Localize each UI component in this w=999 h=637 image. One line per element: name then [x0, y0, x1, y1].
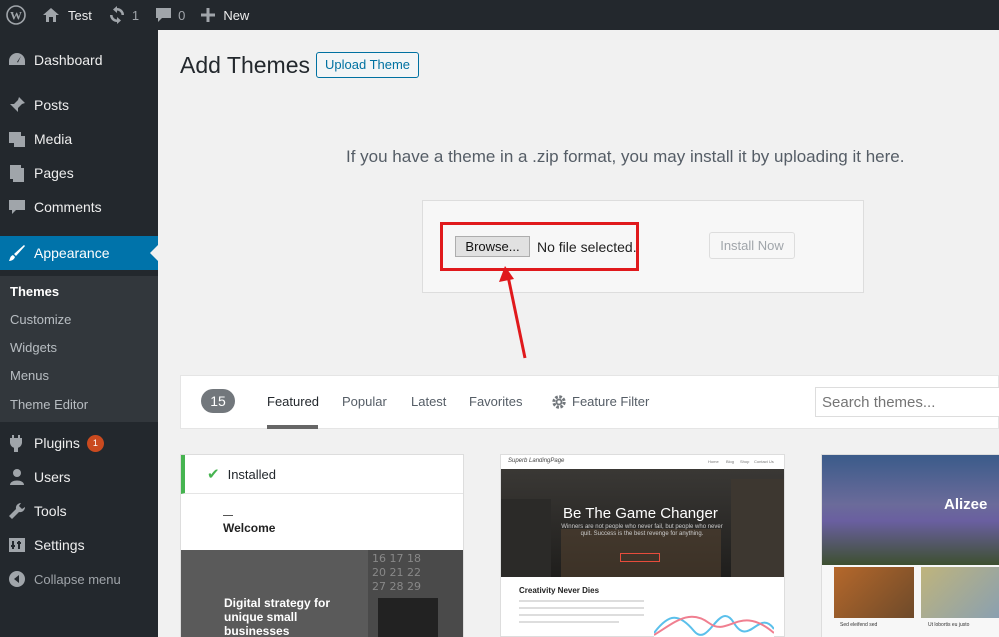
admin-sidebar: Dashboard Posts Media Pages Comments App…	[0, 30, 158, 637]
sidebar-item-label: Users	[34, 469, 71, 485]
settings-icon	[0, 535, 34, 555]
sidebar-item-tools[interactable]: Tools	[0, 494, 158, 528]
submenu-themes[interactable]: Themes	[10, 284, 59, 299]
sidebar-item-settings[interactable]: Settings	[0, 528, 158, 562]
sidebar-item-dashboard[interactable]: Dashboard	[0, 43, 158, 77]
theme-post-caption: Ut lobortis eu justo	[928, 622, 970, 628]
theme-brand: Superb LandingPage	[508, 458, 565, 464]
theme-post-image	[834, 567, 914, 618]
svg-text:27 28 29: 27 28 29	[372, 580, 421, 593]
sidebar-item-comments[interactable]: Comments	[0, 190, 158, 224]
feature-filter-button[interactable]: Feature Filter	[572, 394, 649, 409]
submenu-customize[interactable]: Customize	[10, 312, 71, 327]
theme-post-caption: Sed eleifend sed	[840, 622, 878, 628]
page-title: Add Themes	[180, 52, 310, 78]
tab-latest[interactable]: Latest	[411, 394, 446, 409]
annotation-arrow-icon	[499, 266, 527, 359]
pin-icon	[0, 95, 34, 115]
divider	[223, 515, 233, 516]
svg-text:16 17 18: 16 17 18	[372, 552, 421, 565]
svg-text:20 21 22: 20 21 22	[372, 566, 421, 579]
upload-theme-button[interactable]: Upload Theme	[316, 52, 420, 78]
svg-text:W: W	[10, 9, 22, 23]
admin-bar: W Test 1 0 New	[0, 0, 999, 30]
users-icon	[0, 467, 34, 487]
active-tab-indicator	[267, 425, 318, 429]
theme-title-alizee: Alizee	[944, 496, 988, 513]
sidebar-item-label: Settings	[34, 537, 85, 553]
sidebar-item-label: Plugins	[34, 435, 80, 451]
theme-hero-title: Be The Game Changer	[563, 505, 718, 522]
home-icon	[43, 8, 59, 22]
installed-notice: ✔ Installed	[181, 455, 463, 494]
install-now-button[interactable]: Install Now	[709, 232, 795, 259]
gear-icon	[552, 395, 566, 409]
theme-nav-item: Contact Us	[754, 459, 774, 464]
update-icon	[109, 6, 124, 24]
dashboard-icon	[0, 50, 34, 70]
theme-preview-header: Superb LandingPage Home Blog Shop Contac…	[501, 455, 784, 469]
submenu-theme-editor[interactable]: Theme Editor	[10, 397, 88, 412]
annotation-highlight-box	[440, 222, 639, 271]
site-name: Test	[68, 7, 92, 23]
installed-label: Installed	[227, 466, 276, 482]
theme-count-badge: 15	[201, 389, 235, 413]
sidebar-item-label: Tools	[34, 503, 67, 519]
tab-featured[interactable]: Featured	[267, 394, 319, 409]
sidebar-item-pages[interactable]: Pages	[0, 156, 158, 190]
sidebar-item-label: Appearance	[34, 245, 110, 261]
plugins-update-badge: 1	[86, 434, 104, 452]
sidebar-item-media[interactable]: Media	[0, 122, 158, 156]
sidebar-item-plugins[interactable]: Plugins 1	[0, 426, 158, 460]
updates-link[interactable]: 1	[100, 0, 147, 30]
site-name-link[interactable]: Test	[34, 0, 100, 30]
new-label: New	[223, 7, 250, 23]
sidebar-item-label: Posts	[34, 97, 70, 113]
theme-preview-tagline: Digital strategy for unique small busine…	[224, 596, 331, 637]
comment-icon	[156, 8, 172, 22]
sidebar-item-label: Pages	[34, 165, 74, 181]
collapse-icon	[0, 570, 34, 588]
sidebar-item-posts[interactable]: Posts	[0, 88, 158, 122]
checkmark-icon: ✔	[207, 466, 220, 483]
updates-count: 1	[131, 7, 140, 23]
sidebar-item-appearance[interactable]: Appearance	[0, 236, 158, 270]
theme-preview-heading: Welcome	[223, 521, 276, 535]
theme-hero-subtitle: Winners are not people who never fail, b…	[561, 524, 723, 537]
brush-icon	[0, 243, 34, 263]
media-icon	[0, 129, 34, 149]
appearance-submenu: Themes Customize Widgets Menus Theme Edi…	[0, 276, 158, 422]
theme-section-text	[519, 600, 644, 623]
calendar-graphic-icon: 16 17 18 20 21 22 27 28 29	[368, 550, 463, 637]
submenu-widgets[interactable]: Widgets	[10, 340, 57, 355]
collapse-label: Collapse menu	[34, 571, 121, 587]
theme-section-title: Creativity Never Dies	[519, 586, 600, 595]
sidebar-item-label: Dashboard	[34, 52, 103, 68]
comment-icon	[0, 197, 34, 217]
pages-icon	[0, 163, 34, 183]
sidebar-item-label: Comments	[34, 199, 102, 215]
search-themes-input[interactable]	[815, 387, 999, 417]
plus-icon	[201, 8, 216, 22]
upload-help-text: If you have a theme in a .zip format, yo…	[346, 147, 905, 166]
theme-nav-item: Shop	[740, 459, 750, 464]
wrench-icon	[0, 501, 34, 521]
theme-post-image	[921, 567, 999, 618]
sidebar-item-users[interactable]: Users	[0, 460, 158, 494]
tab-favorites[interactable]: Favorites	[469, 394, 522, 409]
tab-popular[interactable]: Popular	[342, 394, 387, 409]
theme-nav-item: Blog	[726, 459, 735, 464]
submenu-menus[interactable]: Menus	[10, 368, 49, 383]
theme-hero-button	[620, 553, 660, 562]
comments-count: 0	[178, 7, 186, 23]
comments-link[interactable]: 0	[147, 0, 193, 30]
theme-nav-item: Home	[708, 459, 719, 464]
wave-chart-graphic-icon	[654, 593, 774, 637]
wordpress-logo-icon[interactable]: W	[0, 0, 32, 30]
sidebar-item-label: Media	[34, 131, 73, 147]
collapse-menu-button[interactable]: Collapse menu	[0, 562, 158, 596]
plug-icon	[0, 433, 34, 453]
new-content-link[interactable]: New	[193, 0, 257, 30]
